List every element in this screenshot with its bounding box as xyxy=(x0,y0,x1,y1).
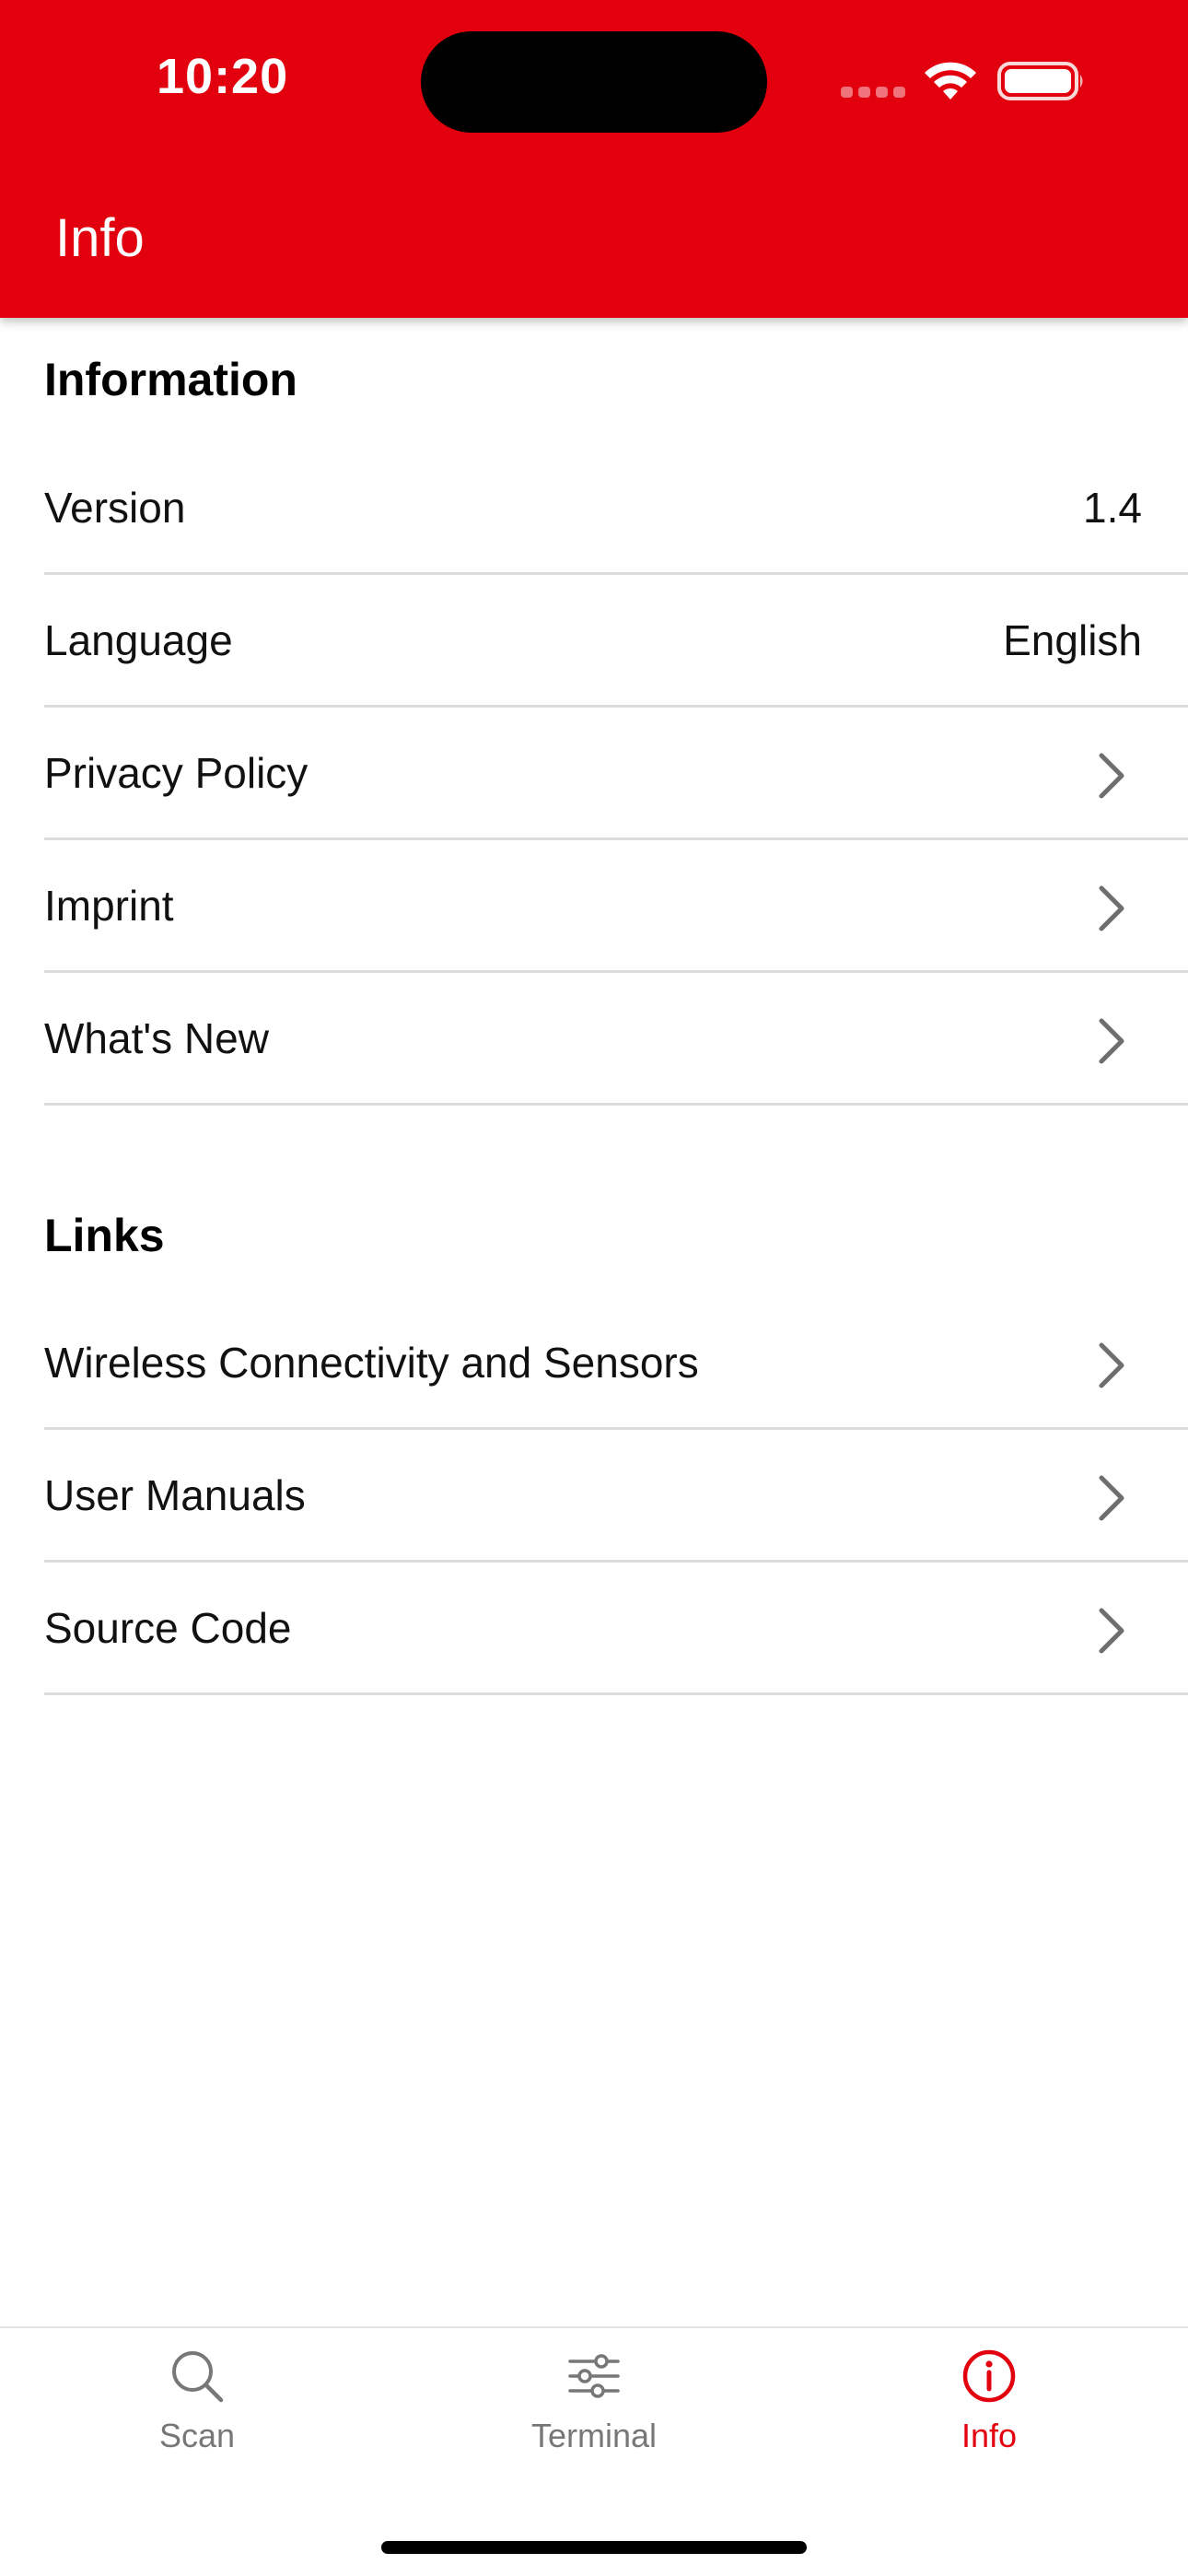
row-privacy-policy[interactable]: Privacy Policy xyxy=(44,708,1188,840)
status-time: 10:20 xyxy=(157,49,289,104)
row-label: Version xyxy=(44,484,186,532)
row-label: User Manuals xyxy=(44,1471,306,1519)
row-source-code[interactable]: Source Code xyxy=(44,1563,1188,1695)
info-screen: 10:20 Info Information Version 1.4 Langu… xyxy=(0,0,1188,2576)
row-label: Wireless Connectivity and Sensors xyxy=(44,1339,699,1387)
row-whats-new[interactable]: What's New xyxy=(44,973,1188,1106)
language-value: English xyxy=(1003,616,1142,664)
row-wireless-connectivity[interactable]: Wireless Connectivity and Sensors xyxy=(44,1297,1188,1430)
row-imprint[interactable]: Imprint xyxy=(44,840,1188,973)
chevron-right-icon xyxy=(1099,885,1124,931)
row-version: Version 1.4 xyxy=(44,442,1188,575)
section-title-information: Information xyxy=(44,354,297,405)
chevron-right-icon xyxy=(1099,1608,1124,1654)
tab-label: Info xyxy=(961,2417,1018,2454)
tab-label: Terminal xyxy=(530,2417,658,2454)
row-label: Source Code xyxy=(44,1604,292,1652)
row-user-manuals[interactable]: User Manuals xyxy=(44,1430,1188,1563)
home-indicator xyxy=(381,2541,807,2554)
sliders-icon xyxy=(568,2354,620,2398)
tab-info[interactable]: Info xyxy=(851,2347,1127,2494)
row-label: Privacy Policy xyxy=(44,749,309,797)
chevron-right-icon xyxy=(1099,1475,1124,1521)
dynamic-island xyxy=(421,31,767,133)
app-header: 10:20 Info xyxy=(0,0,1188,318)
row-language[interactable]: Language English xyxy=(44,575,1188,708)
version-value: 1.4 xyxy=(1083,484,1142,532)
tab-terminal[interactable]: Terminal xyxy=(456,2347,732,2494)
tab-bar: Scan Terminal Info xyxy=(0,2326,1188,2576)
row-label: Language xyxy=(44,616,233,664)
battery-icon xyxy=(997,62,1083,100)
tab-label: Scan xyxy=(158,2417,236,2454)
section-title-links: Links xyxy=(44,1210,165,1261)
page-title: Info xyxy=(55,208,145,268)
search-icon xyxy=(172,2351,224,2403)
wifi-icon xyxy=(925,62,976,100)
chevron-right-icon xyxy=(1099,1342,1124,1388)
info-icon xyxy=(962,2349,1016,2403)
chevron-right-icon xyxy=(1099,1018,1124,1064)
row-label: What's New xyxy=(44,1014,269,1062)
cellular-signal-icon xyxy=(841,87,905,98)
row-label: Imprint xyxy=(44,882,174,930)
chevron-right-icon xyxy=(1099,753,1124,799)
tab-scan[interactable]: Scan xyxy=(59,2347,335,2494)
